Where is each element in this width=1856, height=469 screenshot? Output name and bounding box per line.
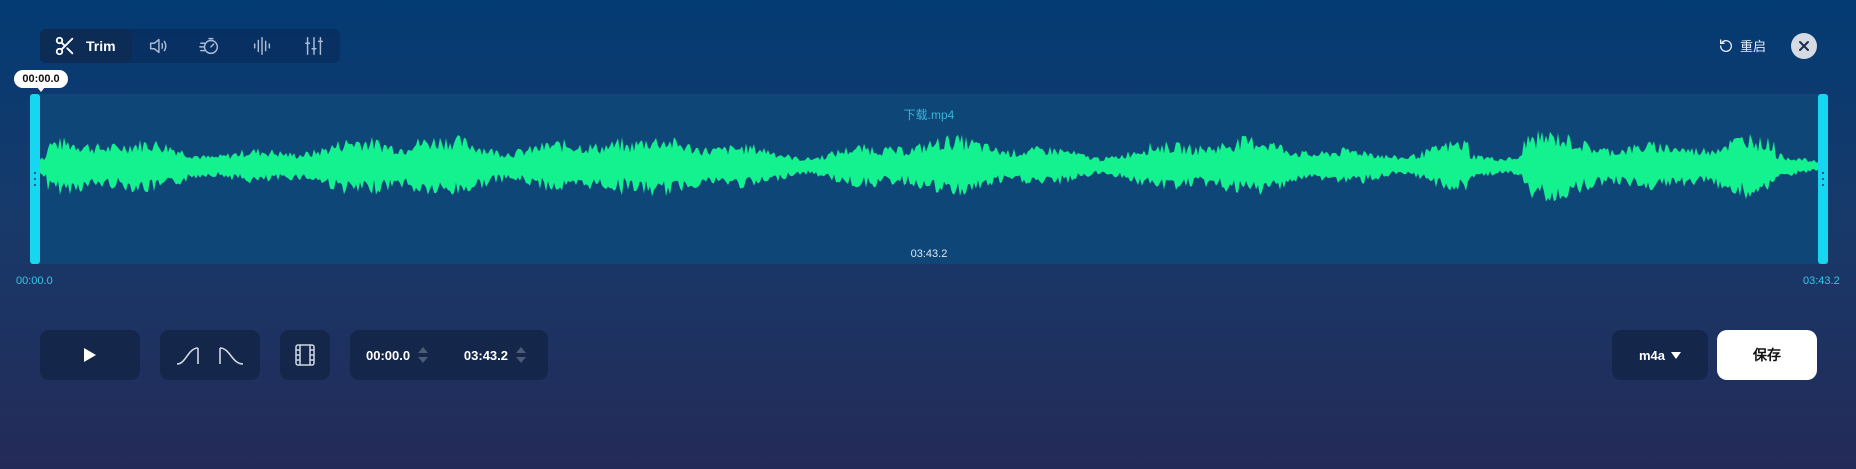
save-button[interactable]: 保存 <box>1717 330 1817 380</box>
scissors-icon <box>55 36 74 56</box>
close-icon <box>1799 41 1809 51</box>
range-start-stepper[interactable] <box>418 347 429 363</box>
chevron-down-icon <box>1671 351 1682 359</box>
waveform-track[interactable]: 下载.mp4 03:43.2 <box>30 94 1828 264</box>
start-time-bubble: 00:00.0 <box>14 70 68 92</box>
edit-toolbar: Trim <box>40 29 340 63</box>
close-button[interactable] <box>1791 33 1817 59</box>
film-strip-icon <box>295 344 315 366</box>
range-start-input[interactable]: 00:00.0 <box>366 348 410 363</box>
fade-in-button[interactable] <box>175 343 205 367</box>
range-end-stepper[interactable] <box>516 347 526 363</box>
tab-volume[interactable] <box>132 29 184 63</box>
format-select[interactable]: m4a <box>1612 330 1708 380</box>
play-button[interactable] <box>40 330 140 380</box>
tab-trim-label: Trim <box>86 38 116 54</box>
trim-start-handle[interactable] <box>30 94 40 264</box>
start-time-label: 00:00.0 <box>16 275 53 287</box>
tab-speed[interactable] <box>184 29 236 63</box>
trim-end-handle[interactable] <box>1818 94 1828 264</box>
film-strip-button[interactable] <box>280 330 330 380</box>
undo-icon <box>1720 38 1732 52</box>
selection-duration: 03:43.2 <box>910 248 948 260</box>
range-end-input[interactable]: 03:43.2 <box>464 348 508 363</box>
fade-controls <box>160 330 260 380</box>
fade-out-icon <box>219 347 244 365</box>
trim-range-inputs: 00:00.0 03:43.2 <box>350 330 548 380</box>
equalizer-wave-icon <box>253 37 270 55</box>
format-value: m4a <box>1638 347 1666 363</box>
fade-out-button[interactable] <box>215 343 245 367</box>
play-icon <box>84 348 96 362</box>
volume-icon <box>149 38 167 54</box>
mixer-sliders-icon <box>304 37 323 55</box>
speed-icon <box>198 37 218 55</box>
reset-button[interactable]: 重启 <box>1718 36 1766 55</box>
tab-mixer[interactable] <box>288 29 340 63</box>
tab-trim[interactable]: Trim <box>40 29 132 63</box>
reset-label: 重启 <box>1740 39 1767 54</box>
end-time-label: 03:43.2 <box>1803 275 1840 287</box>
file-name: 下载.mp4 <box>903 108 955 122</box>
tab-equalizer[interactable] <box>236 29 288 63</box>
fade-in-icon <box>176 347 199 365</box>
